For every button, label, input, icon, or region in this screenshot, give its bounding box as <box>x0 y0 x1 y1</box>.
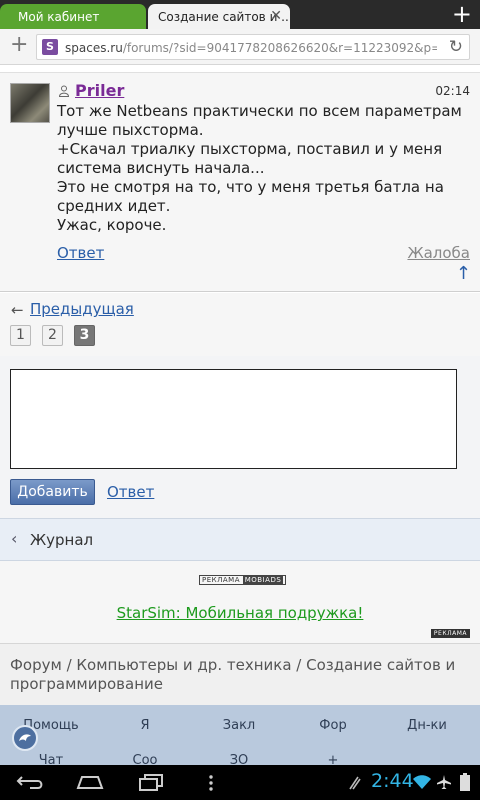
ad-badge-left: РЕКЛАМА <box>202 576 240 584</box>
add-bookmark-icon[interactable]: + <box>10 32 28 57</box>
bottom-nav: Помощь Я Закл Фор Дн-ки Чат Соо ЗО + <box>0 705 480 765</box>
form-reply-link[interactable]: Ответ <box>107 483 154 501</box>
user-status-icon <box>58 85 70 97</box>
post-line: средних идет. <box>57 197 171 215</box>
ad-badge-small: РЕКЛАМА <box>430 629 470 638</box>
post-line: +Скачал триалку пыхсторма, поставил и у … <box>57 140 443 158</box>
avatar[interactable] <box>10 83 50 123</box>
nav-bookmarks[interactable]: Закл <box>191 718 287 733</box>
close-tab-icon[interactable]: ✕ <box>270 8 282 24</box>
ad-link[interactable]: StarSim: Мобильная подружка! <box>0 604 480 622</box>
post-line: Ужас, короче. <box>57 216 167 234</box>
dolphin-fab-icon[interactable] <box>12 725 38 751</box>
address-bar: + S spaces.ru/forums/?sid=90417782086266… <box>0 29 480 65</box>
previous-page-link[interactable]: Предыдущая <box>30 300 134 318</box>
reply-textarea[interactable] <box>10 369 457 469</box>
tab-label: Мой кабинет <box>18 10 100 24</box>
notification-icon <box>347 775 361 795</box>
nav-chat[interactable]: Чат <box>3 753 99 765</box>
scroll-up-icon[interactable]: ↑ <box>456 263 471 284</box>
page-3-current: 3 <box>74 325 95 346</box>
post-reply-link[interactable]: Ответ <box>57 244 104 262</box>
url-field[interactable]: S spaces.ru/forums/?sid=9041778208626620… <box>36 34 470 60</box>
status-clock: 2:44 <box>371 770 414 792</box>
recent-apps-icon[interactable] <box>138 773 164 795</box>
ad-block: РЕКЛАМА MOBIADS StarSim: Мобильная подру… <box>0 561 480 643</box>
post-line: система виснуть начала... <box>57 159 265 177</box>
journal-row[interactable]: ‹ Журнал <box>0 518 480 561</box>
post-time: 02:14 <box>435 84 470 98</box>
nav-diaries[interactable]: Дн-ки <box>379 718 475 733</box>
menu-dots-icon[interactable] <box>208 774 214 796</box>
arrow-left-icon: ← <box>11 301 24 319</box>
chevron-left-icon: ‹ <box>11 529 18 548</box>
nav-me[interactable]: Я <box>97 718 193 733</box>
nav-communities[interactable]: Соо <box>97 753 193 765</box>
new-tab-icon[interactable]: + <box>452 2 472 26</box>
nav-forum[interactable]: Фор <box>285 718 381 733</box>
report-link[interactable]: Жалоба <box>407 244 470 262</box>
page-1-button[interactable]: 1 <box>10 325 31 346</box>
ad-badge: РЕКЛАМА MOBIADS <box>199 575 287 585</box>
post-line: Тот же Netbeans практически по всем пара… <box>57 102 462 120</box>
url-text: spaces.ru/forums/?sid=9041778208626620&r… <box>65 41 437 55</box>
nav-plus[interactable]: + <box>285 753 381 765</box>
pagination: ← Предыдущая 1 2 3 <box>0 293 480 356</box>
add-button[interactable]: Добавить <box>10 479 95 505</box>
tab-my-cabinet[interactable]: Мой кабинет <box>0 4 146 29</box>
wifi-icon <box>412 774 432 794</box>
tab-current[interactable]: Создание сайтов и ... ✕ <box>148 4 290 29</box>
nav-zo[interactable]: ЗО <box>191 753 287 765</box>
post-author[interactable]: Priler <box>75 81 124 100</box>
url-host: spaces.ru <box>65 41 123 55</box>
forum-post: Priler 02:14 Тот же Netbeans практически… <box>0 72 480 292</box>
reply-form: Добавить Ответ <box>0 356 480 518</box>
system-bar: 2:44 <box>0 765 480 800</box>
home-icon[interactable] <box>76 774 104 794</box>
post-line: лучше пыхсторма. <box>57 121 204 139</box>
url-path: /forums/?sid=9041778208626620&r=11223092… <box>122 41 437 55</box>
battery-icon <box>460 773 470 795</box>
journal-label: Журнал <box>30 531 94 549</box>
ad-badge-right: MOBIADS <box>242 576 284 584</box>
breadcrumb[interactable]: Форум / Компьютеры и др. техника / Созда… <box>0 643 480 705</box>
airplane-icon <box>436 774 452 794</box>
site-favicon-icon: S <box>42 39 58 55</box>
reload-icon[interactable]: ↻ <box>449 37 463 57</box>
back-icon[interactable] <box>16 773 46 795</box>
post-line: Это не смотря на то, что у меня третья б… <box>57 178 444 196</box>
browser-tab-strip: Мой кабинет Создание сайтов и ... ✕ + <box>0 0 480 29</box>
page-2-button[interactable]: 2 <box>42 325 63 346</box>
post-body: Тот же Netbeans практически по всем пара… <box>57 102 472 235</box>
